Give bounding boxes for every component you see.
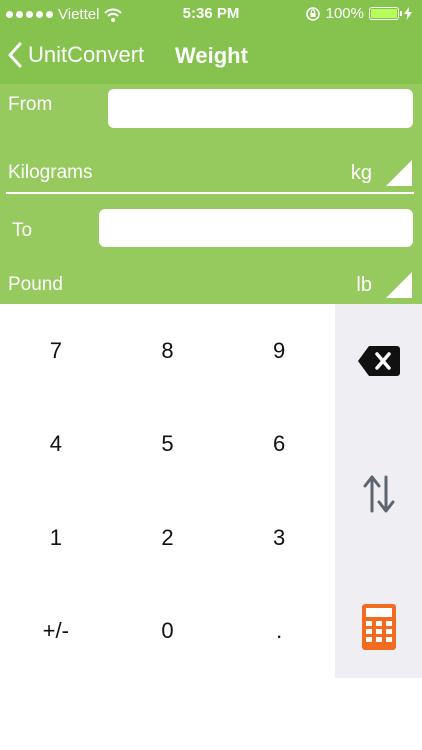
from-label: From xyxy=(8,94,53,115)
dropdown-triangle-icon xyxy=(386,272,412,298)
key-plus-minus[interactable]: +/- xyxy=(0,585,112,679)
from-unit-selector[interactable]: Kilograms kg xyxy=(0,154,422,190)
calculator-button[interactable] xyxy=(335,580,422,673)
key-2[interactable]: 2 xyxy=(112,491,224,585)
chevron-left-icon xyxy=(8,42,22,68)
key-8[interactable]: 8 xyxy=(112,304,224,398)
from-unit-abbr: kg xyxy=(350,162,372,184)
to-unit-selector[interactable]: Pound lb xyxy=(0,266,422,302)
charging-bolt-icon xyxy=(404,7,412,20)
from-divider xyxy=(6,192,414,194)
from-value-input[interactable] xyxy=(108,89,413,128)
key-decimal[interactable]: . xyxy=(223,585,335,679)
key-4[interactable]: 4 xyxy=(0,398,112,492)
to-value-input[interactable] xyxy=(99,209,413,247)
side-actions xyxy=(335,304,422,678)
page-title: Weight xyxy=(175,43,248,68)
status-bar: Viettel 5:36 PM 100% xyxy=(0,0,422,28)
converter-panel: From Kilograms kg To Pound lb xyxy=(0,84,422,304)
key-5[interactable]: 5 xyxy=(112,398,224,492)
key-6[interactable]: 6 xyxy=(223,398,335,492)
to-unit-name: Pound xyxy=(8,274,63,295)
back-button[interactable]: UnitConvert xyxy=(8,42,144,68)
back-button-label: UnitConvert xyxy=(28,42,145,67)
battery-icon xyxy=(369,7,402,20)
app-screen: Viettel 5:36 PM 100% UnitConvert Weight … xyxy=(0,0,422,750)
calculator-icon xyxy=(361,603,396,650)
number-keys: 7 8 9 4 5 6 1 2 3 +/- 0 . xyxy=(0,304,335,678)
key-3[interactable]: 3 xyxy=(223,491,335,585)
key-7[interactable]: 7 xyxy=(0,304,112,398)
swap-icon xyxy=(363,475,394,512)
navigation-bar: UnitConvert Weight xyxy=(0,28,422,84)
backspace-button[interactable] xyxy=(335,314,422,407)
from-unit-name: Kilograms xyxy=(8,162,93,183)
swap-units-button[interactable] xyxy=(335,447,422,540)
to-unit-abbr: lb xyxy=(356,274,372,296)
key-1[interactable]: 1 xyxy=(0,491,112,585)
battery-percent: 100% xyxy=(325,5,364,22)
to-label: To xyxy=(12,220,33,241)
status-right: 100% xyxy=(305,5,412,22)
keypad: 7 8 9 4 5 6 1 2 3 +/- 0 . xyxy=(0,304,422,678)
rotation-lock-icon xyxy=(305,6,320,21)
backspace-icon xyxy=(357,345,400,376)
dropdown-triangle-icon xyxy=(386,160,412,186)
key-9[interactable]: 9 xyxy=(223,304,335,398)
key-0[interactable]: 0 xyxy=(112,585,224,679)
